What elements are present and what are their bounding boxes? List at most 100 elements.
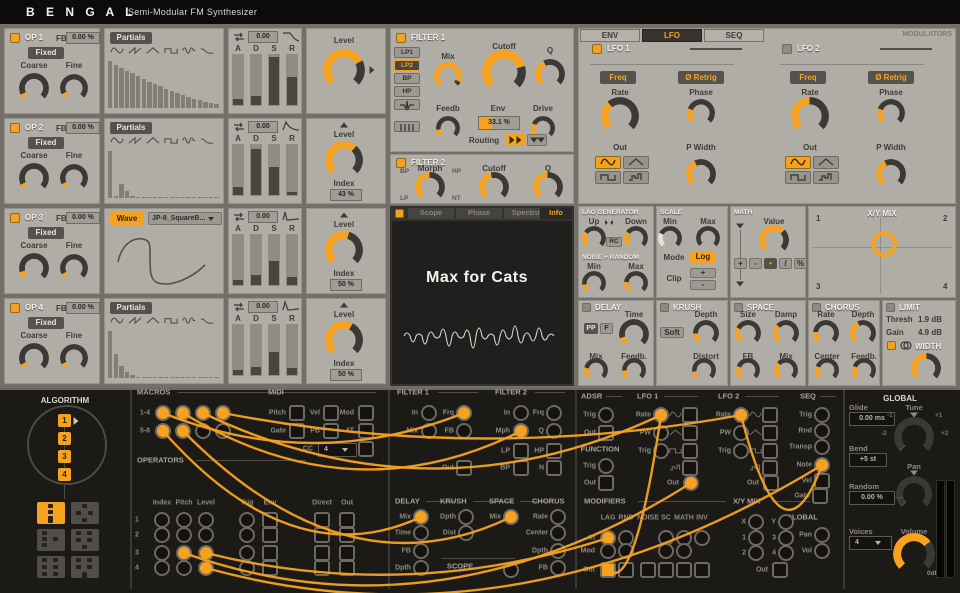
algorithm-op4-node[interactable]: 4 — [58, 468, 71, 481]
patch-jack[interactable] — [262, 527, 278, 543]
patch-jack[interactable] — [748, 545, 764, 561]
patch-jack[interactable] — [778, 530, 794, 546]
op4-partials-display[interactable] — [108, 330, 220, 378]
partials-preset-sine-icon[interactable] — [110, 136, 124, 145]
patch-jack[interactable] — [653, 425, 669, 441]
adsr-slider[interactable] — [268, 234, 280, 286]
patch-jack[interactable] — [176, 545, 192, 561]
display-tab-scope[interactable]: Scope — [408, 208, 454, 219]
op3-level-knob[interactable] — [325, 231, 363, 269]
patch-jack[interactable] — [195, 423, 211, 439]
patch-jack[interactable] — [198, 545, 214, 561]
patch-jack[interactable] — [175, 405, 191, 421]
limit-toggle[interactable] — [886, 303, 895, 312]
delay-toggle[interactable] — [582, 303, 591, 312]
lfo1-pwidth-knob[interactable] — [686, 159, 716, 189]
partials-preset-tri-icon[interactable] — [146, 316, 160, 325]
scale-max-knob[interactable] — [696, 226, 720, 250]
adsr-slider[interactable] — [286, 144, 298, 196]
patch-jack[interactable] — [598, 425, 614, 441]
patch-jack[interactable] — [778, 514, 794, 530]
patch-jack[interactable] — [339, 527, 355, 543]
patch-jack[interactable] — [215, 423, 231, 439]
op1-fb-value[interactable]: 0.00 % — [66, 32, 100, 44]
adsr-slider[interactable] — [232, 144, 244, 196]
lfo-wave-sine-button[interactable] — [595, 156, 621, 169]
op4-index-value[interactable]: 50 % — [330, 369, 362, 381]
lag-down-knob[interactable] — [624, 226, 648, 250]
delay-pp-button[interactable]: PP — [584, 323, 598, 334]
op4-toggle[interactable] — [10, 303, 20, 313]
patch-jack[interactable] — [413, 560, 429, 576]
scale-clip-plus-button[interactable]: + — [690, 268, 716, 278]
patch-jack[interactable] — [812, 488, 828, 504]
partials-preset-sine2-icon[interactable] — [182, 136, 196, 145]
lfo2-retrig-button[interactable]: Ø Retrig — [868, 71, 914, 84]
filter1-type-bp[interactable]: BP — [394, 73, 420, 84]
patch-jack[interactable] — [748, 514, 764, 530]
op1-coarse-knob[interactable] — [19, 73, 49, 103]
patch-jack[interactable] — [358, 441, 374, 457]
patch-jack[interactable] — [676, 543, 692, 559]
patch-jack[interactable] — [239, 527, 255, 543]
display-tab-phase[interactable]: Phase — [456, 208, 502, 219]
filter1-type-lp2[interactable]: LP2 — [394, 60, 420, 71]
patch-jack[interactable] — [339, 560, 355, 576]
op3-coarse-knob[interactable] — [19, 253, 49, 283]
op3-toggle[interactable] — [10, 213, 20, 223]
voices-select[interactable]: 4 — [849, 536, 892, 550]
lfo-wave-rnd-button[interactable] — [813, 171, 839, 184]
patch-jack[interactable] — [618, 543, 634, 559]
patch-jack[interactable] — [682, 407, 698, 423]
patch-jack[interactable] — [176, 527, 192, 543]
op2-level-knob[interactable] — [325, 141, 363, 179]
patch-jack[interactable] — [733, 443, 749, 459]
filter1-feedb-knob[interactable] — [436, 116, 460, 140]
pan-knob[interactable] — [896, 476, 932, 512]
filter1-type-comb-icon[interactable] — [394, 121, 420, 132]
filter2-q-knob[interactable] — [533, 172, 563, 202]
patch-jack[interactable] — [694, 562, 710, 578]
patch-jack[interactable] — [262, 545, 278, 561]
patch-jack[interactable] — [289, 405, 305, 421]
delay-feedb-knob[interactable] — [622, 358, 646, 382]
krush-toggle[interactable] — [660, 303, 669, 312]
filter1-type-hp[interactable]: HP — [394, 86, 420, 97]
op4-fixed-button[interactable]: Fixed — [28, 317, 64, 329]
filter2-toggle[interactable] — [396, 158, 406, 168]
lfo2-freq-button[interactable]: Freq — [790, 71, 826, 84]
lfo1-phase-knob[interactable] — [687, 99, 715, 127]
adsr-slider[interactable] — [286, 54, 298, 106]
patch-jack[interactable] — [762, 425, 778, 441]
patch-jack[interactable] — [762, 460, 778, 476]
op2-index-value[interactable]: 43 % — [330, 189, 362, 201]
adsr-slider[interactable] — [286, 324, 298, 376]
patch-jack[interactable] — [198, 560, 214, 576]
lag-link-icon[interactable] — [604, 219, 614, 226]
op4-env-time-value[interactable]: 0.00 — [248, 301, 278, 313]
patch-jack[interactable] — [814, 543, 830, 559]
patch-jack[interactable] — [600, 543, 616, 559]
patch-jack[interactable] — [618, 562, 634, 578]
filter1-mix-knob[interactable] — [434, 62, 462, 90]
delay-f-button[interactable]: F — [600, 323, 613, 334]
op4-loop-icon[interactable] — [233, 302, 245, 312]
algorithm-preset-3-button[interactable] — [37, 529, 65, 551]
patch-jack[interactable] — [413, 543, 429, 559]
patch-jack[interactable] — [289, 423, 305, 439]
patch-jack[interactable] — [155, 423, 171, 439]
patch-jack[interactable] — [653, 407, 669, 423]
partials-preset-saw-icon[interactable] — [128, 136, 142, 145]
adsr-slider[interactable] — [232, 324, 244, 376]
adsr-slider[interactable] — [286, 234, 298, 286]
op2-toggle[interactable] — [10, 123, 20, 133]
math-value-knob[interactable] — [759, 225, 789, 255]
math-op-div[interactable]: / — [779, 258, 792, 269]
partials-preset-slope-icon[interactable] — [200, 136, 214, 145]
filter2-morph-knob[interactable] — [415, 172, 445, 202]
math-op-mod[interactable]: % — [794, 258, 807, 269]
patch-jack[interactable] — [653, 443, 669, 459]
patch-jack[interactable] — [176, 512, 192, 528]
patch-jack[interactable] — [314, 512, 330, 528]
partials-preset-tri-icon[interactable] — [146, 46, 160, 55]
